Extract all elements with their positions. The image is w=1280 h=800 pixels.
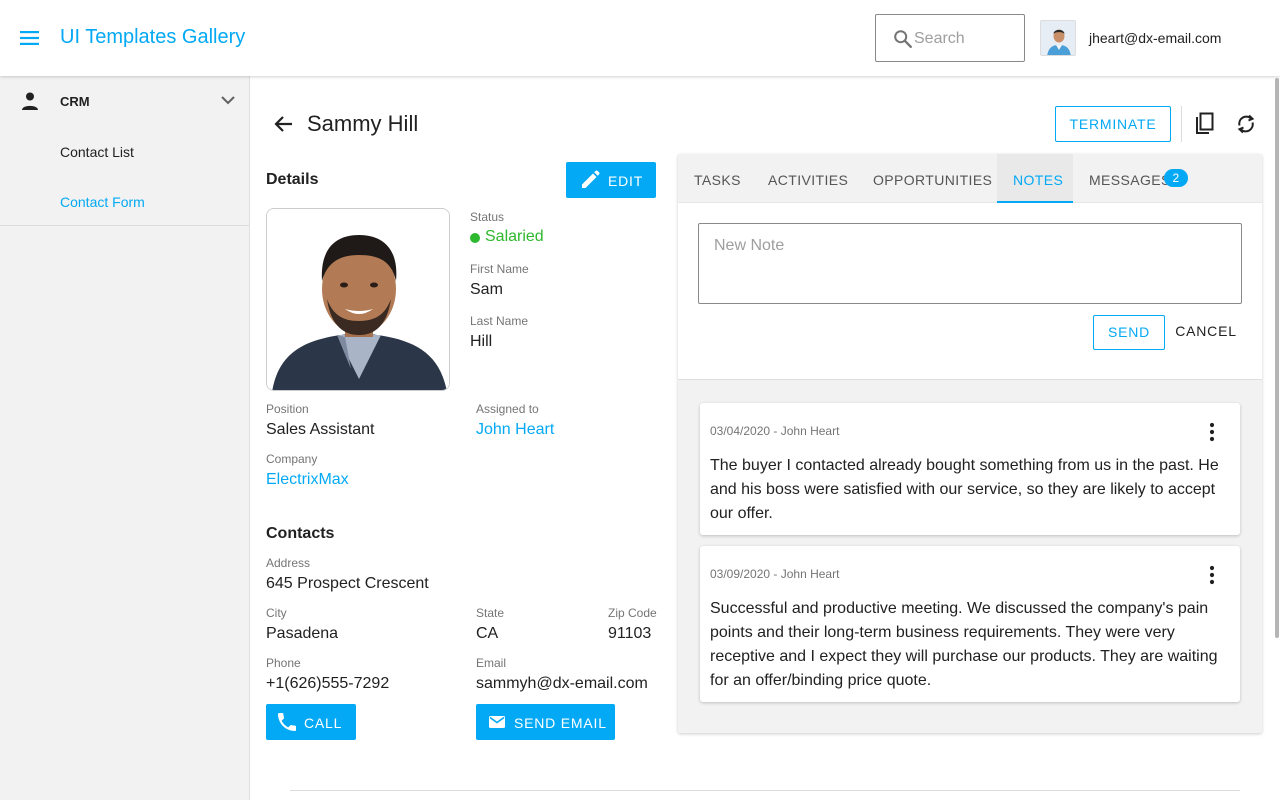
edit-pencil-icon	[582, 170, 600, 188]
search-icon	[892, 28, 914, 50]
copy-icon[interactable]	[1191, 110, 1219, 138]
sidebar-item-label: Contact Form	[60, 194, 145, 210]
last-name-value: Hill	[470, 333, 493, 350]
contact-photo	[266, 208, 450, 391]
address-label: Address	[266, 556, 311, 570]
city-value: Pasadena	[266, 625, 339, 642]
terminate-button[interactable]: TERMINATE	[1055, 106, 1171, 142]
edit-button-label: EDIT	[608, 173, 644, 189]
position-value: Sales Assistant	[266, 421, 375, 438]
zip-value: 91103	[608, 625, 652, 642]
user-email: jheart@dx-email.com	[1089, 30, 1222, 46]
new-note-input[interactable]	[698, 223, 1242, 304]
tab-label: NOTES	[1013, 172, 1064, 188]
cancel-note-button[interactable]: CANCEL	[1170, 315, 1242, 350]
first-name-value: Sam	[470, 281, 503, 298]
tab-messages[interactable]: MESSAGES 2	[1073, 154, 1203, 203]
zip-label: Zip Code	[608, 606, 657, 620]
refresh-icon[interactable]	[1232, 110, 1260, 138]
assigned-to-link[interactable]: John Heart	[476, 421, 554, 439]
phone-icon	[278, 713, 296, 731]
note-meta: 03/04/2020 - John Heart	[710, 424, 840, 438]
status-dot-icon	[470, 233, 480, 243]
person-icon	[20, 91, 40, 111]
send-email-button-label: SEND EMAIL	[514, 715, 607, 731]
company-link[interactable]: ElectrixMax	[266, 471, 349, 489]
menu-icon[interactable]	[16, 24, 44, 52]
address-value: 645 Prospect Crescent	[266, 575, 429, 592]
send-email-button[interactable]: SEND EMAIL	[476, 704, 615, 740]
tab-activities[interactable]: ACTIVITIES	[752, 154, 857, 203]
search-field[interactable]	[875, 14, 1025, 62]
sidebar-group-label: CRM	[60, 94, 90, 109]
user-avatar[interactable]	[1040, 20, 1076, 56]
note-meta: 03/09/2020 - John Heart	[710, 567, 840, 581]
tab-opportunities[interactable]: OPPORTUNITIES	[857, 154, 997, 203]
tab-label: OPPORTUNITIES	[873, 172, 993, 188]
first-name-label: First Name	[470, 262, 529, 276]
sidebar-item-contact-list[interactable]: Contact List	[0, 126, 249, 176]
sidebar: CRM Contact List Contact Form	[0, 76, 250, 800]
sidebar-divider	[0, 225, 249, 226]
position-label: Position	[266, 402, 309, 416]
phone-label: Phone	[266, 656, 301, 670]
note-text: The buyer I contacted already bought som…	[710, 457, 1219, 522]
tab-tasks[interactable]: TASKS	[678, 154, 752, 203]
app-header: UI Templates Gallery jheart@dx-email.com	[0, 0, 1280, 76]
page-title: Sammy Hill	[307, 111, 419, 136]
status-badge: Salaried	[485, 228, 544, 245]
tab-label: TASKS	[694, 172, 741, 188]
page-scrollbar[interactable]	[1275, 78, 1279, 638]
footer-divider	[290, 790, 1240, 791]
last-name-label: Last Name	[470, 314, 529, 328]
chevron-down-icon[interactable]	[218, 90, 238, 110]
more-vert-icon[interactable]	[1200, 563, 1224, 587]
app-title: UI Templates Gallery	[60, 26, 246, 48]
state-label: State	[476, 606, 505, 620]
tab-label: MESSAGES	[1089, 172, 1171, 188]
call-button-label: CALL	[304, 715, 343, 731]
email-value: sammyh@dx-email.com	[476, 675, 648, 692]
note-card: 03/09/2020 - John Heart Successful and p…	[700, 546, 1240, 702]
assigned-to-label: Assigned to	[476, 402, 539, 416]
search-input[interactable]	[914, 27, 1018, 51]
status-label: Status	[470, 210, 505, 224]
more-vert-icon[interactable]	[1200, 420, 1224, 444]
edit-button[interactable]: EDIT	[566, 162, 656, 198]
mail-icon	[489, 716, 505, 728]
sidebar-group-crm[interactable]: CRM	[0, 76, 250, 126]
details-title: Details	[266, 171, 319, 188]
tab-notes[interactable]: NOTES	[997, 154, 1073, 203]
tab-label: ACTIVITIES	[768, 172, 849, 188]
note-text: Successful and productive meeting. We di…	[710, 600, 1218, 689]
contacts-title: Contacts	[266, 525, 335, 542]
state-value: CA	[476, 625, 499, 642]
email-label: Email	[476, 656, 507, 670]
toolbar-divider	[1181, 106, 1182, 142]
city-label: City	[266, 606, 287, 620]
sidebar-item-label: Contact List	[60, 144, 134, 160]
send-note-button[interactable]: SEND	[1093, 315, 1165, 350]
arrow-back-icon[interactable]	[272, 112, 296, 136]
sidebar-item-contact-form[interactable]: Contact Form	[0, 176, 249, 226]
messages-count-badge: 2	[1164, 169, 1188, 187]
note-card: 03/04/2020 - John Heart The buyer I cont…	[700, 403, 1240, 535]
call-button[interactable]: CALL	[266, 704, 356, 740]
company-label: Company	[266, 452, 318, 466]
phone-value: +1(626)555-7292	[266, 675, 390, 692]
